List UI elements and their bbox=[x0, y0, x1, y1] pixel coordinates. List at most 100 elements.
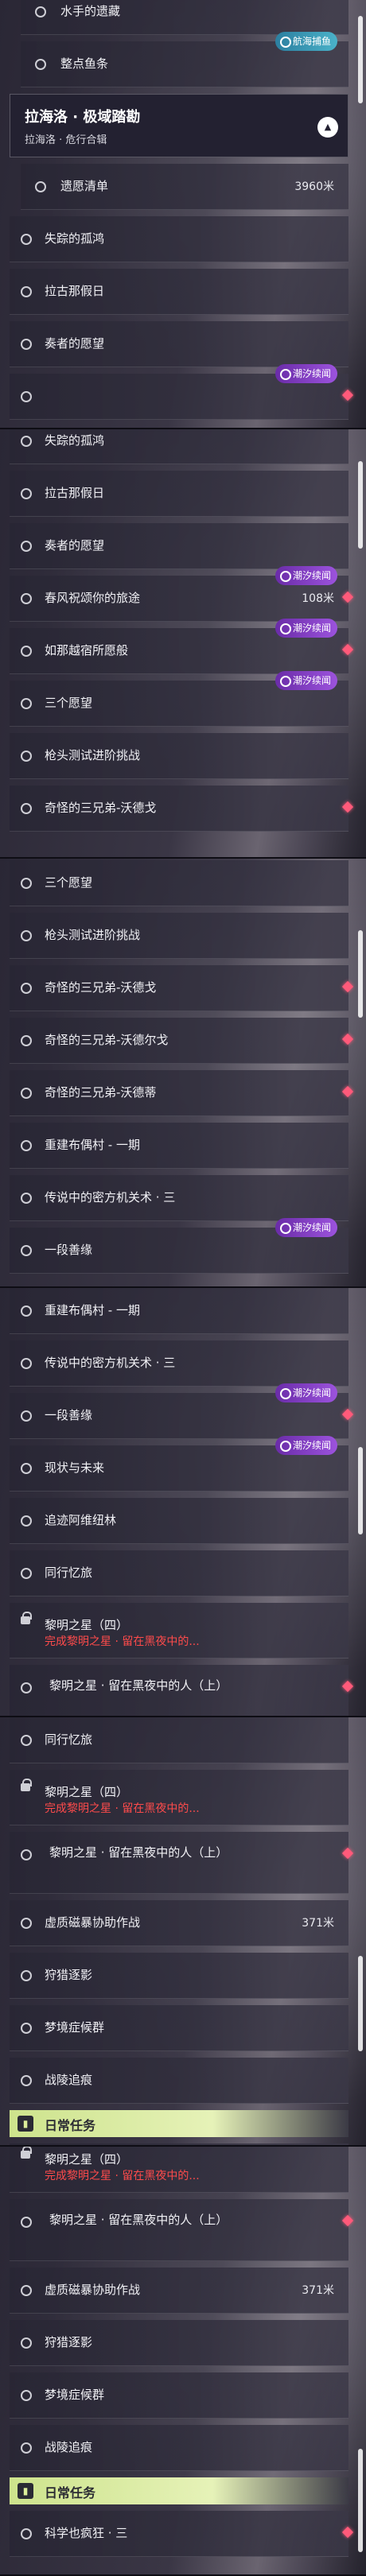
track-radio[interactable] bbox=[21, 2217, 32, 2228]
quest-item[interactable]: 奇怪的三兄弟-沃德戈 bbox=[10, 786, 354, 832]
track-radio[interactable] bbox=[21, 698, 32, 709]
quest-item[interactable]: 整点鱼条 航海捕鱼 bbox=[21, 32, 348, 87]
quest-item[interactable]: 传说中的密方机关术 · 三 bbox=[10, 1175, 348, 1221]
quest-item[interactable]: 奇怪的三兄弟-沃德戈 bbox=[10, 965, 354, 1011]
track-radio[interactable] bbox=[21, 1305, 32, 1317]
track-radio[interactable] bbox=[21, 234, 32, 245]
quest-item[interactable]: 战陵追痕 bbox=[10, 2058, 348, 2104]
track-radio[interactable] bbox=[21, 1515, 32, 1527]
scrollbar[interactable] bbox=[358, 2449, 363, 2552]
track-radio[interactable] bbox=[21, 1193, 32, 1204]
track-radio[interactable] bbox=[21, 2337, 32, 2349]
section-daily-quests[interactable]: ▮ 日常任务 bbox=[10, 2477, 348, 2504]
quest-item[interactable]: 奇怪的三兄弟-沃德尔戈 bbox=[10, 1018, 354, 1064]
quest-item[interactable]: 同行忆旅 bbox=[10, 1550, 348, 1596]
quest-item[interactable]: 黎明之星 · 留在黑夜中的人（上） bbox=[10, 1665, 354, 1716]
quest-item[interactable]: 虚质磁暴协助作战 371米 bbox=[10, 2268, 348, 2314]
quest-item[interactable]: 三个愿望 bbox=[10, 860, 348, 906]
quest-item[interactable]: 梦境症候群 bbox=[10, 2005, 348, 2051]
track-radio[interactable] bbox=[21, 803, 32, 814]
scrollbar[interactable] bbox=[358, 930, 363, 1018]
quest-item[interactable]: 黎明之星 · 留在黑夜中的人（上） bbox=[10, 1832, 354, 1894]
track-radio[interactable] bbox=[21, 2390, 32, 2401]
track-radio[interactable] bbox=[21, 1682, 32, 1693]
quest-item[interactable]: 奏者的愿望 bbox=[10, 321, 348, 367]
track-radio[interactable] bbox=[21, 488, 32, 499]
quest-item[interactable]: 现状与未来 潮汐续闻 bbox=[10, 1436, 348, 1492]
quest-item[interactable]: 一段善缘 潮汐续闻 bbox=[10, 1218, 348, 1274]
track-radio[interactable] bbox=[21, 1410, 32, 1422]
track-radio[interactable] bbox=[21, 391, 32, 402]
quest-item[interactable]: 狩猎逐影 bbox=[10, 2320, 348, 2366]
track-radio[interactable] bbox=[21, 286, 32, 297]
quest-item[interactable]: 拉古那假日 bbox=[10, 471, 348, 517]
track-radio[interactable] bbox=[21, 1735, 32, 1746]
track-radio[interactable] bbox=[21, 751, 32, 762]
quest-item[interactable]: 黎明之星 · 留在黑夜中的人（上） bbox=[10, 2199, 354, 2261]
track-radio[interactable] bbox=[21, 1035, 32, 1046]
quest-item[interactable]: 梦境症候群 bbox=[10, 2372, 348, 2419]
track-radio[interactable] bbox=[35, 181, 46, 192]
quest-item[interactable]: 遗愿清单 3960米 bbox=[21, 164, 348, 210]
region-header[interactable]: 拉海洛 · 极域踏勘 拉海洛 · 危行合辑 ▲ bbox=[10, 94, 348, 157]
track-radio[interactable] bbox=[21, 983, 32, 994]
scrollbar[interactable] bbox=[358, 16, 363, 103]
track-radio[interactable] bbox=[35, 6, 46, 17]
quest-item[interactable]: 追迹阿维纽林 bbox=[10, 1498, 348, 1544]
track-radio[interactable] bbox=[21, 646, 32, 657]
scrollbar[interactable] bbox=[358, 1447, 363, 1534]
quest-item[interactable]: 战陵追痕 bbox=[10, 2425, 348, 2471]
track-radio[interactable] bbox=[21, 593, 32, 604]
quest-title: 重建布偶村 - 一期 bbox=[45, 1138, 140, 1152]
track-radio[interactable] bbox=[21, 2075, 32, 2086]
quest-item[interactable]: 枪头测试进阶挑战 bbox=[10, 733, 348, 779]
track-radio[interactable] bbox=[21, 1849, 32, 1860]
quest-item[interactable]: 如那越宿所愿般 潮汐续闻 bbox=[10, 619, 354, 674]
quest-item[interactable]: 传说中的密方机关术 · 三 bbox=[10, 1340, 348, 1387]
locked-quest-item[interactable]: 黎明之星（四） 完成黎明之星 · 留在黑夜中的... bbox=[10, 1603, 348, 1658]
track-radio[interactable] bbox=[21, 2023, 32, 2034]
track-radio[interactable] bbox=[21, 1568, 32, 1579]
quest-item[interactable]: 狩猎逐影 bbox=[10, 1953, 348, 1999]
tide-tag: 潮汐续闻 bbox=[274, 566, 337, 585]
scrollbar[interactable] bbox=[358, 1956, 363, 2051]
track-radio[interactable] bbox=[21, 878, 32, 889]
scrollbar[interactable] bbox=[358, 461, 363, 549]
quest-item[interactable]: 失踪的孤鸿 bbox=[10, 216, 348, 262]
track-radio[interactable] bbox=[21, 339, 32, 350]
quest-item[interactable]: 枪头测试进阶挑战 bbox=[10, 913, 348, 959]
quest-item[interactable]: 一段善缘 潮汐续闻 bbox=[10, 1383, 354, 1439]
track-radio[interactable] bbox=[21, 1088, 32, 1099]
locked-quest-item[interactable]: 黎明之星（四） 完成黎明之星 · 留在黑夜中的... bbox=[10, 2147, 348, 2193]
quest-title: 春风祝颂你的旅途 bbox=[45, 591, 141, 605]
track-radio[interactable] bbox=[21, 1358, 32, 1369]
quest-item[interactable]: 同行忆旅 bbox=[10, 1717, 348, 1763]
collapse-button[interactable]: ▲ bbox=[317, 117, 338, 138]
quest-item[interactable]: 重建布偶村 - 一期 bbox=[10, 1288, 348, 1334]
quest-item[interactable]: 重建布偶村 - 一期 bbox=[10, 1123, 348, 1169]
section-daily-quests[interactable]: ▮ 日常任务 bbox=[10, 2110, 348, 2137]
track-radio[interactable] bbox=[21, 1245, 32, 1256]
quest-item[interactable]: 科学也疯狂 · 三 bbox=[10, 2511, 354, 2557]
quest-item[interactable]: 拉古那假日 bbox=[10, 269, 348, 315]
track-radio[interactable] bbox=[21, 1970, 32, 1981]
quest-item[interactable]: 奇怪的三兄弟-沃德蒂 bbox=[10, 1070, 354, 1116]
track-radio[interactable] bbox=[21, 2285, 32, 2296]
quest-item[interactable]: 水手的遗藏航海捕鱼 bbox=[21, 0, 348, 35]
locked-quest-item[interactable]: 黎明之星（四） 完成黎明之星 · 留在黑夜中的... bbox=[10, 1770, 348, 1825]
track-radio[interactable] bbox=[21, 1140, 32, 1151]
track-radio[interactable] bbox=[21, 436, 32, 447]
quest-item[interactable]: 潮汐续闻 bbox=[10, 364, 354, 420]
track-radio[interactable] bbox=[21, 1918, 32, 1929]
track-radio[interactable] bbox=[35, 59, 46, 70]
track-radio[interactable] bbox=[21, 930, 32, 941]
quest-item[interactable]: 三个愿望 潮汐续闻 bbox=[10, 671, 348, 727]
quest-item[interactable]: 虚质磁暴协助作战 371米 bbox=[10, 1900, 348, 1946]
quest-item[interactable]: 失踪的孤鸿 bbox=[10, 429, 348, 464]
track-radio[interactable] bbox=[21, 2442, 32, 2454]
track-radio[interactable] bbox=[21, 541, 32, 552]
track-radio[interactable] bbox=[21, 1463, 32, 1474]
quest-item[interactable]: 奏者的愿望 bbox=[10, 523, 348, 569]
quest-item[interactable]: 春风祝颂你的旅途 108米 潮汐续闻 bbox=[10, 566, 354, 622]
track-radio[interactable] bbox=[21, 2528, 32, 2539]
